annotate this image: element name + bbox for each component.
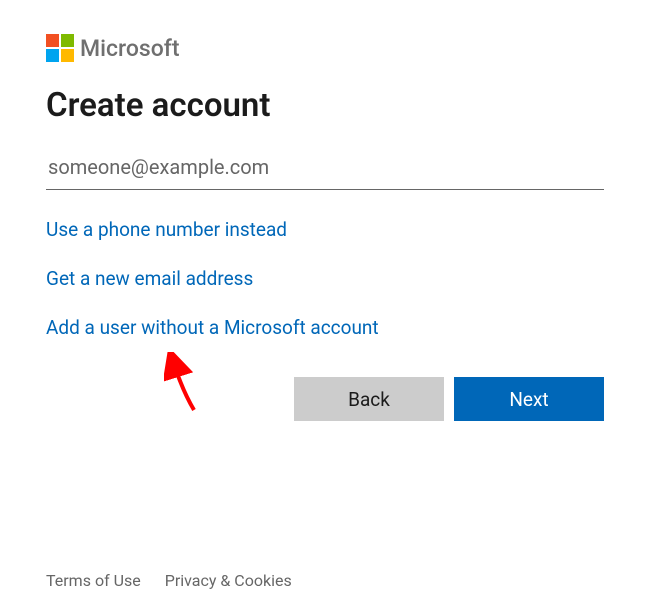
terms-of-use-link[interactable]: Terms of Use	[46, 571, 141, 590]
get-new-email-link[interactable]: Get a new email address	[46, 267, 253, 290]
microsoft-logo: Microsoft	[46, 34, 606, 62]
next-button[interactable]: Next	[454, 377, 604, 421]
page-title: Create account	[46, 86, 606, 125]
email-input[interactable]	[46, 147, 604, 190]
add-user-without-account-link[interactable]: Add a user without a Microsoft account	[46, 316, 379, 339]
use-phone-link[interactable]: Use a phone number instead	[46, 218, 287, 241]
brand-name: Microsoft	[80, 35, 180, 62]
privacy-cookies-link[interactable]: Privacy & Cookies	[165, 571, 292, 590]
back-button[interactable]: Back	[294, 377, 444, 421]
microsoft-logo-icon	[46, 34, 74, 62]
